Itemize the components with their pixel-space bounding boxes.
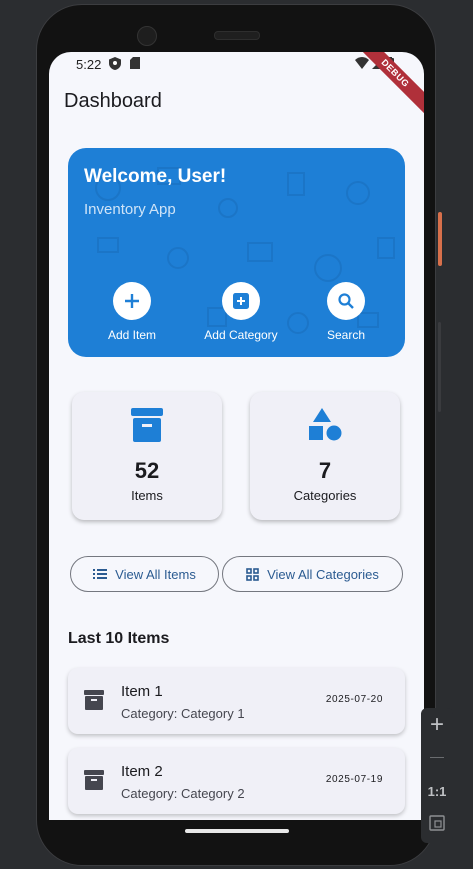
search-icon <box>338 293 354 309</box>
item-category: Category: Category 1 <box>121 706 245 721</box>
add-box-icon <box>233 293 249 309</box>
items-count-label: Items <box>131 488 163 503</box>
grid-icon <box>246 567 259 581</box>
item-date: 2025-07-20 <box>325 694 383 705</box>
page-title: Dashboard <box>64 90 162 112</box>
search-action[interactable]: Search <box>296 282 396 342</box>
items-count: 52 <box>134 458 160 483</box>
item-name: Item 1 <box>121 683 163 700</box>
add-item-action[interactable]: Add Item <box>82 282 182 342</box>
welcome-subtitle: Inventory App <box>84 201 176 218</box>
list-icon <box>93 569 108 579</box>
archive-icon <box>84 690 104 710</box>
welcome-card: Welcome, User! Inventory App Add Item Ad… <box>68 148 405 357</box>
recent-items-heading: Last 10 Items <box>68 630 170 647</box>
add-item-label: Add Item <box>107 328 157 342</box>
earpiece-speaker <box>214 31 260 40</box>
archive-icon <box>84 770 104 790</box>
zoom-out-button[interactable]: — <box>421 748 453 764</box>
search-button[interactable] <box>327 282 365 320</box>
view-all-items-button[interactable]: View All Items <box>70 556 219 592</box>
zoom-in-button[interactable]: + <box>421 711 453 739</box>
view-all-categories-label: View All Categories <box>267 566 379 582</box>
shield-icon <box>109 57 121 70</box>
status-time: 5:22 <box>76 57 102 72</box>
list-item[interactable]: Item 2 Category: Category 2 2025-07-19 <box>68 748 405 814</box>
item-category: Category: Category 2 <box>121 786 245 801</box>
item-name: Item 2 <box>121 763 163 780</box>
gesture-nav-bar[interactable] <box>185 829 289 833</box>
app-screen: 5:22 DEBUG Dashboard Welcome, User! Inve… <box>49 52 424 820</box>
welcome-title: Welcome, User! <box>84 166 227 187</box>
zoom-reset-button[interactable]: 1:1 <box>421 784 453 799</box>
categories-count-label: Categories <box>293 488 357 503</box>
categories-stat-card[interactable]: 7 Categories <box>250 392 400 520</box>
view-all-categories-button[interactable]: View All Categories <box>222 556 403 592</box>
search-label: Search <box>326 328 366 342</box>
front-camera <box>137 26 157 46</box>
fit-screen-icon[interactable] <box>429 815 445 831</box>
view-all-items-label: View All Items <box>115 566 196 582</box>
add-item-button[interactable] <box>113 282 151 320</box>
item-date: 2025-07-19 <box>325 774 383 785</box>
wifi-icon <box>355 57 369 69</box>
archive-icon <box>131 408 163 442</box>
add-category-label: Add Category <box>204 328 278 342</box>
add-category-action[interactable]: Add Category <box>191 282 291 342</box>
volume-button <box>438 322 441 412</box>
categories-count: 7 <box>318 458 332 483</box>
items-stat-card[interactable]: 52 Items <box>72 392 222 520</box>
plus-icon <box>125 294 139 308</box>
sd-card-icon <box>130 57 140 69</box>
status-bar: 5:22 DEBUG <box>49 52 424 118</box>
emulator-zoom-controls: + — 1:1 <box>421 708 453 843</box>
list-item[interactable]: Item 1 Category: Category 1 2025-07-20 <box>68 668 405 734</box>
add-category-button[interactable] <box>222 282 260 320</box>
shapes-icon <box>309 408 342 441</box>
power-button <box>438 212 442 266</box>
